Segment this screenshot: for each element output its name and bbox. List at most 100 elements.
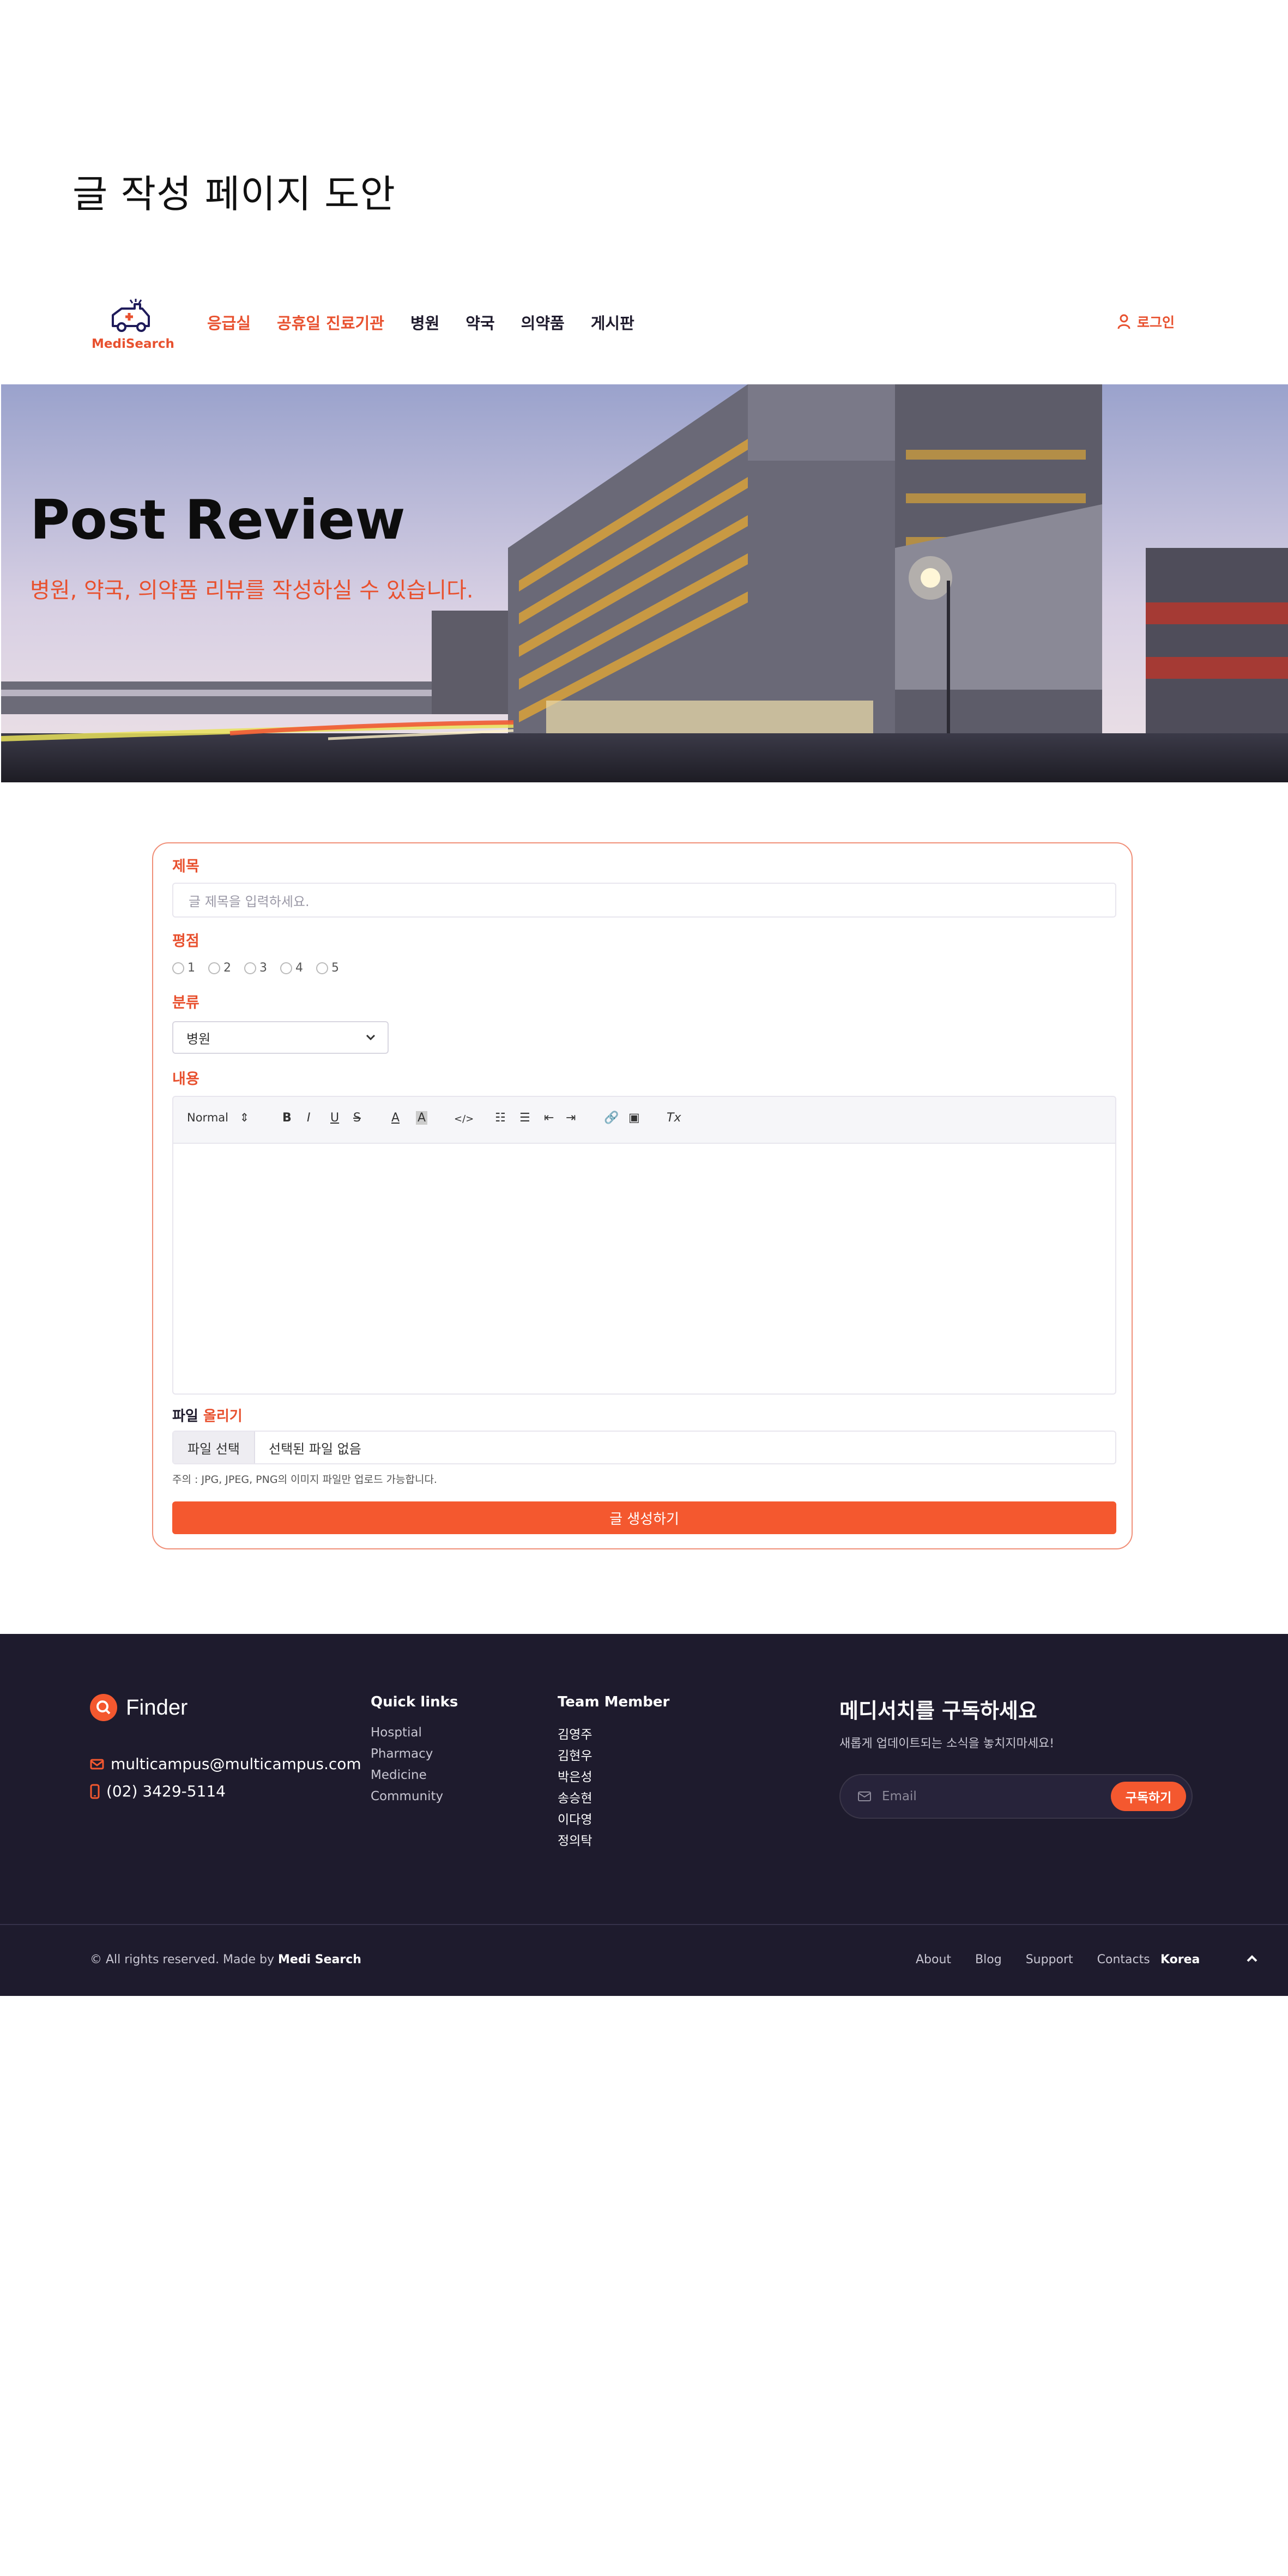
rating-option-label: 3	[259, 961, 267, 975]
subscribe-description: 새롭게 업데이트되는 소식을 놓치지마세요!	[839, 1737, 1055, 1751]
region-selector[interactable]: Korea	[1160, 1953, 1200, 1966]
document-title: 글 작성 페이지 도안	[72, 172, 396, 216]
content-editor[interactable]	[172, 1144, 1116, 1395]
search-logo-icon	[90, 1694, 117, 1721]
hero-title: Post Review	[30, 488, 406, 552]
subscribe-title: 메디서치를 구독하세요	[839, 1699, 1037, 1723]
quick-link-community[interactable]: Community	[371, 1789, 443, 1811]
footer-link-contacts[interactable]: Contacts	[1097, 1953, 1150, 1966]
format-value: Normal	[187, 1111, 228, 1124]
quick-link-hospital[interactable]: Hosptial	[371, 1726, 443, 1747]
footer-link-about[interactable]: About	[916, 1953, 951, 1966]
subscribe-button[interactable]: 구독하기	[1111, 1782, 1186, 1811]
link-icon[interactable]: 🔗	[604, 1111, 619, 1125]
indent-icon[interactable]: ⇥	[566, 1111, 576, 1125]
rating-group: 1 2 3 4 5	[172, 961, 339, 975]
top-navbar: MediSearch 응급실 공휴일 진료기관 병원 약국 의약품 게시판 로그…	[0, 278, 1288, 384]
nav-link-board[interactable]: 게시판	[591, 311, 634, 334]
file-label: 파일 올리기	[172, 1405, 243, 1425]
login-button[interactable]: 로그인	[1117, 312, 1175, 331]
scroll-top-button[interactable]	[1244, 1951, 1260, 1969]
nav-link-pharmacy[interactable]: 약국	[465, 311, 494, 334]
footer-link-support[interactable]: Support	[1026, 1953, 1073, 1966]
background-color-button[interactable]: A	[416, 1111, 428, 1125]
team-member: 송승현	[558, 1791, 592, 1806]
footer-phone[interactable]: (02) 3429-5114	[90, 1782, 226, 1800]
radio-circle	[316, 962, 328, 974]
file-choose-button[interactable]: 파일 선택	[173, 1432, 255, 1463]
clean-format-button[interactable]: Tx	[667, 1111, 681, 1125]
bold-button[interactable]: B	[282, 1111, 292, 1125]
footer-phone-text: (02) 3429-5114	[106, 1782, 226, 1800]
team-member: 이다영	[558, 1813, 592, 1827]
content-label: 내용	[172, 1071, 199, 1088]
nav-link-hospital[interactable]: 병원	[410, 311, 439, 334]
title-label: 제목	[172, 858, 199, 875]
footer-bottom-links: About Blog Support Contacts	[916, 1953, 1150, 1966]
rating-label: 평점	[172, 933, 199, 950]
updown-icon: ⇕	[239, 1111, 250, 1124]
logo-text: MediSearch	[92, 337, 174, 351]
code-button[interactable]: </>	[454, 1113, 474, 1125]
strike-button[interactable]: S	[353, 1111, 361, 1125]
user-icon	[1117, 314, 1130, 329]
footer: Finder multicampus@multicampus.com (02) …	[0, 1634, 1288, 1996]
file-label-a: 파일	[172, 1408, 198, 1425]
logo[interactable]: MediSearch	[92, 298, 174, 358]
footer-link-blog[interactable]: Blog	[975, 1953, 1002, 1966]
rating-option-1[interactable]: 1	[172, 961, 195, 975]
format-select[interactable]: Normal ⇕	[187, 1111, 249, 1124]
rating-option-4[interactable]: 4	[280, 961, 303, 975]
rating-option-label: 4	[295, 961, 303, 975]
post-form: 제목 글 제목을 입력하세요. 평점 1 2 3 4 5 분류 병원 내용 No…	[152, 842, 1133, 1549]
copyright: © All rights reserved. Made by Medi Sear…	[90, 1953, 361, 1966]
quick-links-title: Quick links	[371, 1694, 458, 1710]
nav-link-medicine[interactable]: 의약품	[521, 311, 565, 334]
quick-link-pharmacy[interactable]: Pharmacy	[371, 1747, 443, 1768]
bullet-list-icon[interactable]: ☰	[519, 1111, 530, 1125]
mail-icon	[90, 1759, 104, 1769]
ambulance-logo-icon	[111, 299, 150, 332]
category-value: 병원	[186, 1031, 211, 1047]
copyright-brand: Medi Search	[278, 1953, 361, 1966]
phone-icon	[90, 1784, 100, 1799]
email-placeholder: Email	[882, 1789, 917, 1803]
radio-circle	[280, 962, 292, 974]
image-icon[interactable]: ▣	[628, 1111, 640, 1125]
footer-divider	[0, 1924, 1288, 1925]
nav-link-emergency[interactable]: 응급실	[207, 311, 251, 334]
chevron-up-icon	[1247, 1955, 1257, 1962]
underline-button[interactable]: U	[330, 1111, 339, 1125]
subscribe-email-input[interactable]: Email 구독하기	[839, 1774, 1193, 1819]
file-label-b: 올리기	[203, 1408, 243, 1425]
rating-option-3[interactable]: 3	[244, 961, 267, 975]
footer-email[interactable]: multicampus@multicampus.com	[90, 1755, 361, 1773]
editor-toolbar: Normal ⇕ B I U S A A </> ☷ ☰ ⇤ ⇥ 🔗 ▣ Tx	[172, 1096, 1116, 1144]
rating-option-5[interactable]: 5	[316, 961, 339, 975]
nav-link-holiday-clinics[interactable]: 공휴일 진료기관	[277, 311, 384, 334]
mail-icon	[858, 1791, 871, 1801]
italic-button[interactable]: I	[307, 1111, 311, 1125]
ordered-list-icon[interactable]: ☷	[495, 1111, 506, 1125]
footer-brand[interactable]: Finder	[90, 1694, 188, 1721]
title-input[interactable]: 글 제목을 입력하세요.	[172, 883, 1116, 918]
radio-circle	[172, 962, 184, 974]
login-label: 로그인	[1137, 315, 1175, 330]
category-select[interactable]: 병원	[172, 1021, 389, 1054]
hero-subtitle: 병원, 약국, 의약품 리뷰를 작성하실 수 있습니다.	[30, 578, 474, 603]
team-member: 정의탁	[558, 1834, 592, 1848]
outdent-icon[interactable]: ⇤	[544, 1111, 554, 1125]
file-input[interactable]: 파일 선택 선택된 파일 없음	[172, 1431, 1116, 1464]
file-note: 주의 : JPG, JPEG, PNG의 이미지 파일만 업로드 가능합니다.	[172, 1474, 437, 1486]
rating-option-label: 5	[331, 961, 339, 975]
submit-button[interactable]: 글 생성하기	[172, 1501, 1116, 1534]
file-status: 선택된 파일 없음	[269, 1441, 361, 1457]
quick-link-medicine[interactable]: Medicine	[371, 1768, 443, 1789]
footer-email-text: multicampus@multicampus.com	[111, 1755, 361, 1773]
radio-circle	[208, 962, 220, 974]
text-color-button[interactable]: A	[391, 1111, 400, 1125]
copyright-text: © All rights reserved. Made by	[90, 1953, 274, 1966]
rating-option-2[interactable]: 2	[208, 961, 231, 975]
team-list: 김영주 김현우 박은성 송승현 이다영 정의탁	[558, 1724, 592, 1851]
category-label: 분류	[172, 994, 199, 1011]
